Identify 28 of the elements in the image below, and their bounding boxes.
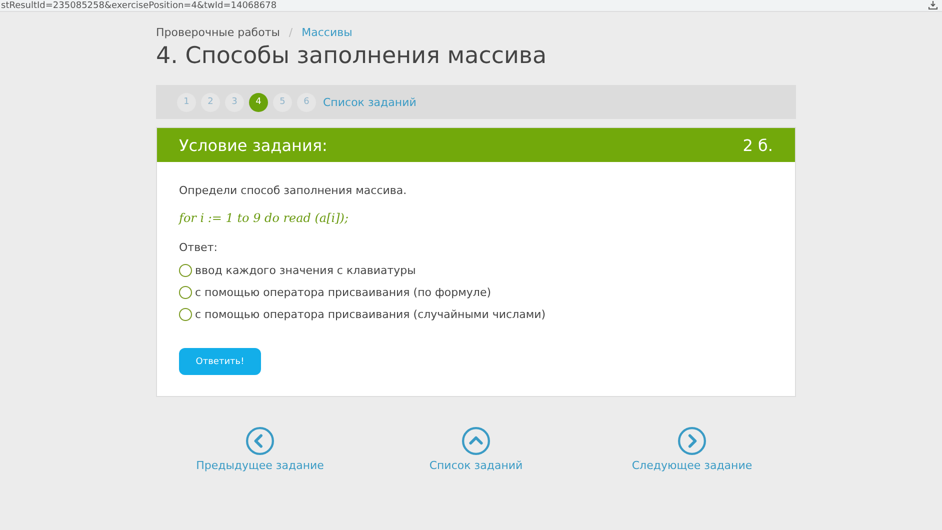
option-label[interactable]: ввод каждого значения с клавиатуры — [195, 264, 416, 277]
breadcrumb-link[interactable]: Проверочные работы — [156, 26, 280, 39]
breadcrumb-link[interactable]: Массивы — [302, 26, 352, 39]
navigation-link[interactable]: Следующее задание — [632, 459, 752, 472]
radio-button[interactable] — [179, 264, 192, 277]
navigation-link[interactable]: Список заданий — [429, 459, 523, 472]
page-number[interactable]: 1 — [177, 92, 196, 112]
page-number[interactable]: 3 — [225, 92, 244, 112]
breadcrumb-separator: / — [288, 26, 293, 39]
navigation-link[interactable]: Предыдущее задание — [196, 459, 324, 472]
page-title: 4. Способы заполнения массива — [156, 43, 548, 69]
download-icon[interactable] — [928, 0, 938, 10]
task-header-title: Условие задания: — [179, 136, 328, 154]
formula-text: for i := 1 to 9 do read (a[i]); — [179, 211, 350, 225]
radio-button[interactable] — [179, 308, 192, 321]
option-label[interactable]: с помощью оператора присваивания (по формуле) — [195, 286, 492, 299]
option-label[interactable]: с помощью оператора присваивания (случайными числами) — [195, 308, 546, 321]
address-text[interactable]: stResultId=235085258&exercisePosition=4&twId=14068678 — [1, 2, 277, 11]
points-label: 2 б. — [742, 136, 773, 154]
page-number[interactable]: 6 — [297, 92, 316, 112]
page-number[interactable]: 5 — [273, 92, 292, 112]
page-number[interactable]: 4 — [249, 92, 268, 112]
answer-label: Ответ: — [179, 241, 218, 254]
task-list-link[interactable]: Список заданий — [323, 96, 416, 108]
radio-button[interactable] — [179, 286, 192, 299]
page-number[interactable]: 2 — [201, 92, 220, 112]
submit-button[interactable]: Ответить! — [179, 348, 261, 375]
question-text: Определи способ заполнения массива. — [179, 184, 408, 197]
